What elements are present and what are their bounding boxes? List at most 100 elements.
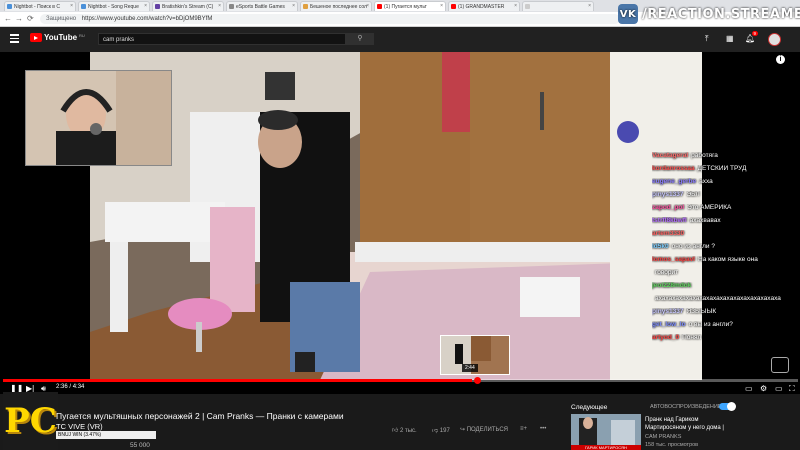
search-button[interactable]: ⚲: [346, 33, 374, 45]
autoplay-label: АВТОВОСПРОИЗВЕДЕНИЕ: [650, 404, 722, 410]
browser-tab[interactable]: eSports Battle Games ×: [226, 1, 298, 11]
tab-close-icon[interactable]: ×: [292, 3, 295, 9]
share-label: ПОДЕЛИТЬСЯ: [466, 427, 509, 433]
next-video-thumbnail[interactable]: ГАРИК МАРТИРОСЯН: [571, 414, 641, 450]
chat-text: говорит: [655, 269, 679, 276]
search-input[interactable]: cam pranks: [98, 33, 346, 45]
browser-tab[interactable]: ×: [522, 1, 594, 11]
url-field[interactable]: Защищено https://www.youtube.com/watch?v…: [40, 14, 620, 24]
chat-username: zapod_pol: [652, 204, 685, 211]
browser-tab[interactable]: (1) Пугается мульт ×: [374, 1, 446, 11]
fullscreen-icon[interactable]: ⛶: [789, 384, 795, 394]
up-next-label: Следующее: [571, 404, 608, 411]
browser-tab[interactable]: Nightbot - Поиск в С ×: [4, 1, 76, 11]
like-count: 2 тыс.: [399, 428, 417, 434]
chat-text: работяга: [691, 152, 718, 159]
tab-favicon-icon: [303, 4, 308, 9]
chat-message: kordanrossaa ДЕТСКИЙ ТРУД: [652, 165, 800, 178]
subtitles-icon[interactable]: ▭: [745, 384, 753, 393]
tab-close-icon[interactable]: ×: [218, 3, 221, 9]
chat-message: artyod_0 Понял: [652, 334, 800, 347]
chat-text: о вы из англи?: [688, 321, 733, 328]
notification-count: 9: [752, 31, 758, 36]
chat-message: ахахахахахахахахахахахахахахахахахаха: [652, 295, 800, 308]
account-avatar[interactable]: [768, 33, 781, 46]
security-label: Защищено: [46, 16, 77, 22]
seek-preview-time: 2:44: [462, 364, 478, 372]
webcam-frame: [26, 71, 171, 165]
tab-label: Bratishkin's Stream (C): [162, 4, 214, 10]
browser-tab[interactable]: (1) GRANDMASTER ×: [448, 1, 520, 11]
chat-username: get_low_lo: [652, 321, 686, 328]
next-video-views: 158 тыс. просмотров: [645, 442, 699, 448]
tab-close-icon[interactable]: ×: [514, 3, 517, 9]
chat-message: Vacatageral работяга: [652, 152, 800, 165]
chat-username: pinys1337: [652, 308, 684, 315]
youtube-logo[interactable]: YouTube RU: [30, 33, 85, 42]
tab-close-icon[interactable]: ×: [144, 3, 147, 9]
chat-username: kordanrossaa: [652, 165, 695, 172]
video-frame: [90, 52, 702, 380]
youtube-logo-text: YouTube: [44, 33, 78, 42]
thumbs-down-icon: 👎︎: [432, 428, 439, 434]
vk-logo-icon: VK: [618, 4, 638, 24]
chat-username: Id5k0: [652, 243, 669, 250]
forward-icon[interactable]: →: [15, 14, 23, 23]
chat-text: ДЕТСКИЙ ТРУД: [697, 165, 747, 172]
info-icon[interactable]: i: [776, 55, 785, 64]
chat-username: lomos_sapavl: [652, 256, 695, 263]
video-player[interactable]: [90, 52, 702, 380]
menu-icon[interactable]: [10, 34, 19, 43]
chat-message: говорит: [652, 269, 800, 282]
reload-icon[interactable]: ⟳: [27, 14, 34, 23]
chat-username: jeoi228mdok: [652, 282, 692, 289]
search-icon: ⚲: [357, 35, 363, 42]
theater-icon[interactable]: ▭: [775, 384, 783, 393]
chat-text: ахахахахахахахахахахахахахахахахахаха: [655, 295, 781, 302]
stream-chat-overlay: Vacatageral работяга kordanrossaa ДЕТСКИЙ Т…: [652, 152, 800, 352]
share-icon: ↪: [460, 427, 466, 433]
chat-text: Понял: [682, 334, 702, 341]
chat-message: pinys1337 ЭБЛ: [652, 191, 800, 204]
chat-message: artem3330: [652, 230, 800, 243]
apps-icon[interactable]: ▦: [726, 34, 734, 43]
browser-tab[interactable]: Бешеное последнее сол ×: [300, 1, 372, 11]
next-video-title[interactable]: Пранк над Гариком Мартиросяном у него до…: [645, 416, 735, 432]
next-video-channel[interactable]: CAM PRANKS: [645, 434, 681, 440]
like-button[interactable]: 👍︎ 2 тыс.: [392, 426, 417, 434]
dislike-button[interactable]: 👎︎ 197: [432, 426, 450, 434]
chat-message: get_low_lo о вы из англи?: [652, 321, 800, 334]
share-button[interactable]: ↪ ПОДЕЛИТЬСЯ: [460, 426, 508, 433]
chat-username: eugene_gerbe: [652, 178, 697, 185]
browser-tab[interactable]: Bratishkin's Stream (C) ×: [152, 1, 224, 11]
tab-label: Nightbot - Song Reque: [88, 4, 139, 10]
tab-close-icon[interactable]: ×: [70, 3, 73, 9]
tab-close-icon[interactable]: ×: [366, 3, 369, 9]
tab-label: eSports Battle Games: [236, 4, 285, 10]
video-title: Пугается мультяшных персонажей 2 | Cam P…: [56, 411, 344, 421]
upload-icon[interactable]: ⤒: [705, 34, 709, 44]
tab-favicon-icon: [81, 4, 86, 9]
pc-logo: PC: [3, 392, 58, 450]
chat-username: tstrfl8kbwfl: [652, 217, 687, 224]
chat-text: ахахвавах: [689, 217, 721, 224]
autoplay-toggle[interactable]: [719, 402, 736, 411]
more-actions-icon[interactable]: •••: [540, 426, 546, 432]
tab-label: Бешеное последнее сол: [310, 4, 367, 10]
autoplay-toggle-knob: [727, 402, 736, 411]
tab-label: (1) Пугается мульт: [384, 4, 427, 10]
time-display: 2:36 / 4:34: [56, 384, 85, 390]
annotation-icon[interactable]: [771, 357, 789, 373]
chat-message: jeoi228mdok: [652, 282, 800, 295]
tab-label: Nightbot - Поиск в С: [14, 4, 60, 10]
browser-tab[interactable]: Nightbot - Song Reque ×: [78, 1, 150, 11]
current-time: 2:36: [56, 384, 68, 390]
add-to-playlist-icon[interactable]: ≡+: [520, 426, 527, 432]
tab-close-icon[interactable]: ×: [440, 3, 443, 9]
settings-icon[interactable]: ⚙: [760, 384, 767, 393]
channel-watermark: VK /REACTION.STREAMERS: [618, 2, 800, 26]
tab-favicon-icon: [451, 4, 456, 9]
tab-favicon-icon: [155, 4, 160, 9]
tab-close-icon[interactable]: ×: [588, 3, 591, 9]
back-icon[interactable]: ←: [4, 14, 12, 23]
